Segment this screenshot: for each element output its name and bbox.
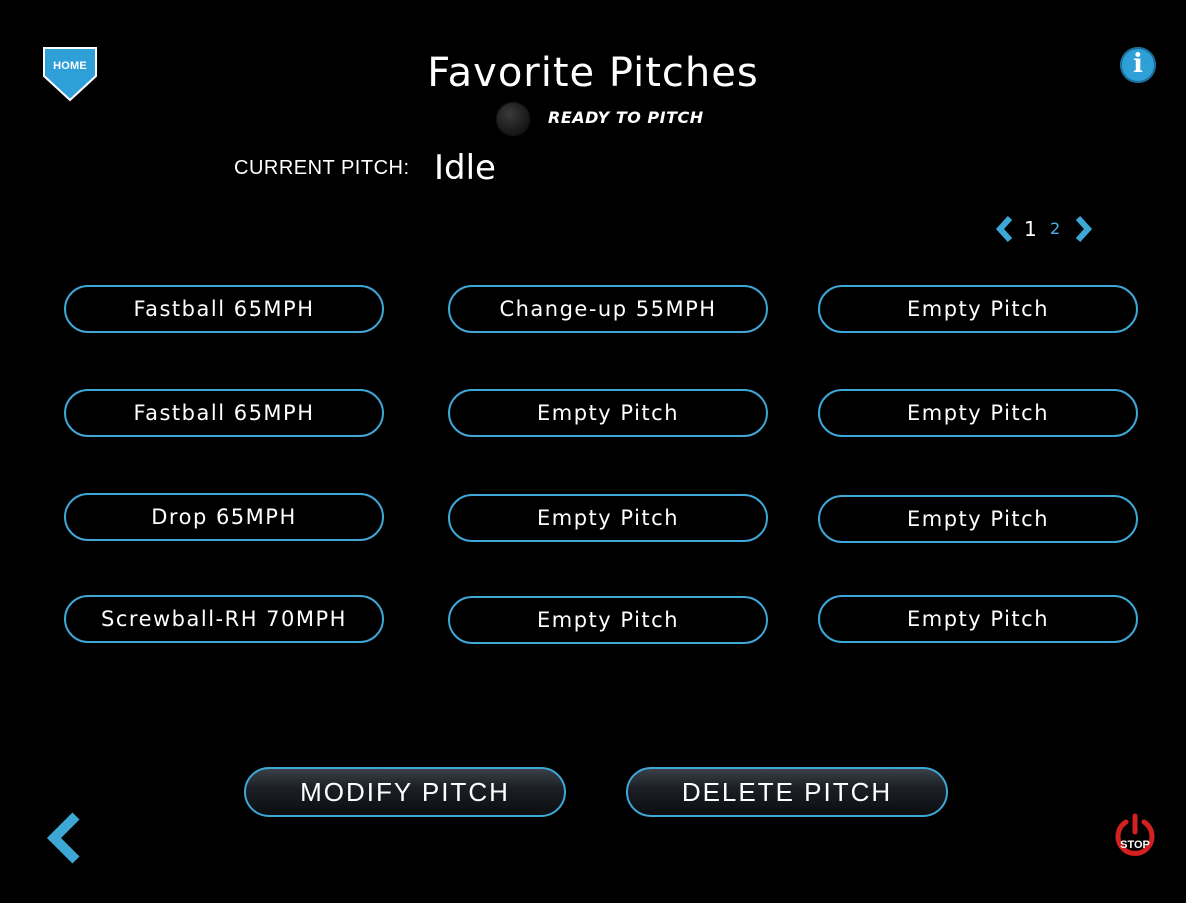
- current-pitch-label: CURRENT PITCH:: [234, 157, 410, 179]
- pitch-button[interactable]: Empty Pitch: [818, 285, 1138, 333]
- pitch-button[interactable]: Empty Pitch: [448, 494, 768, 542]
- pitch-button[interactable]: Empty Pitch: [448, 596, 768, 644]
- delete-pitch-button[interactable]: DELETE PITCH: [626, 767, 948, 817]
- pitch-button[interactable]: Fastball 65MPH: [64, 285, 384, 333]
- status-text: READY TO PITCH: [548, 108, 704, 127]
- page-number-next[interactable]: 2: [1050, 219, 1060, 238]
- stop-power-icon[interactable]: STOP: [1112, 812, 1158, 858]
- pitch-button[interactable]: Fastball 65MPH: [64, 389, 384, 437]
- previous-page-chevron-icon[interactable]: [994, 216, 1016, 242]
- page-title: Favorite Pitches: [427, 50, 759, 96]
- page-number-current: 1: [1024, 217, 1037, 241]
- current-pitch-value: Idle: [434, 148, 496, 188]
- pitch-button[interactable]: Drop 65MPH: [64, 493, 384, 541]
- pitch-button[interactable]: Screwball-RH 70MPH: [64, 595, 384, 643]
- pitch-button[interactable]: Change-up 55MPH: [448, 285, 768, 333]
- pitch-button[interactable]: Empty Pitch: [818, 595, 1138, 643]
- next-page-chevron-icon[interactable]: [1072, 216, 1094, 242]
- stop-label: STOP: [1120, 839, 1150, 851]
- pitch-button[interactable]: Empty Pitch: [818, 389, 1138, 437]
- modify-pitch-button[interactable]: MODIFY PITCH: [244, 767, 566, 817]
- pitch-button[interactable]: Empty Pitch: [818, 495, 1138, 543]
- info-button[interactable]: i: [1120, 47, 1156, 83]
- status-indicator-light: [497, 103, 529, 135]
- info-icon: i: [1133, 49, 1143, 79]
- back-chevron-icon[interactable]: [44, 812, 84, 864]
- pitch-button[interactable]: Empty Pitch: [448, 389, 768, 437]
